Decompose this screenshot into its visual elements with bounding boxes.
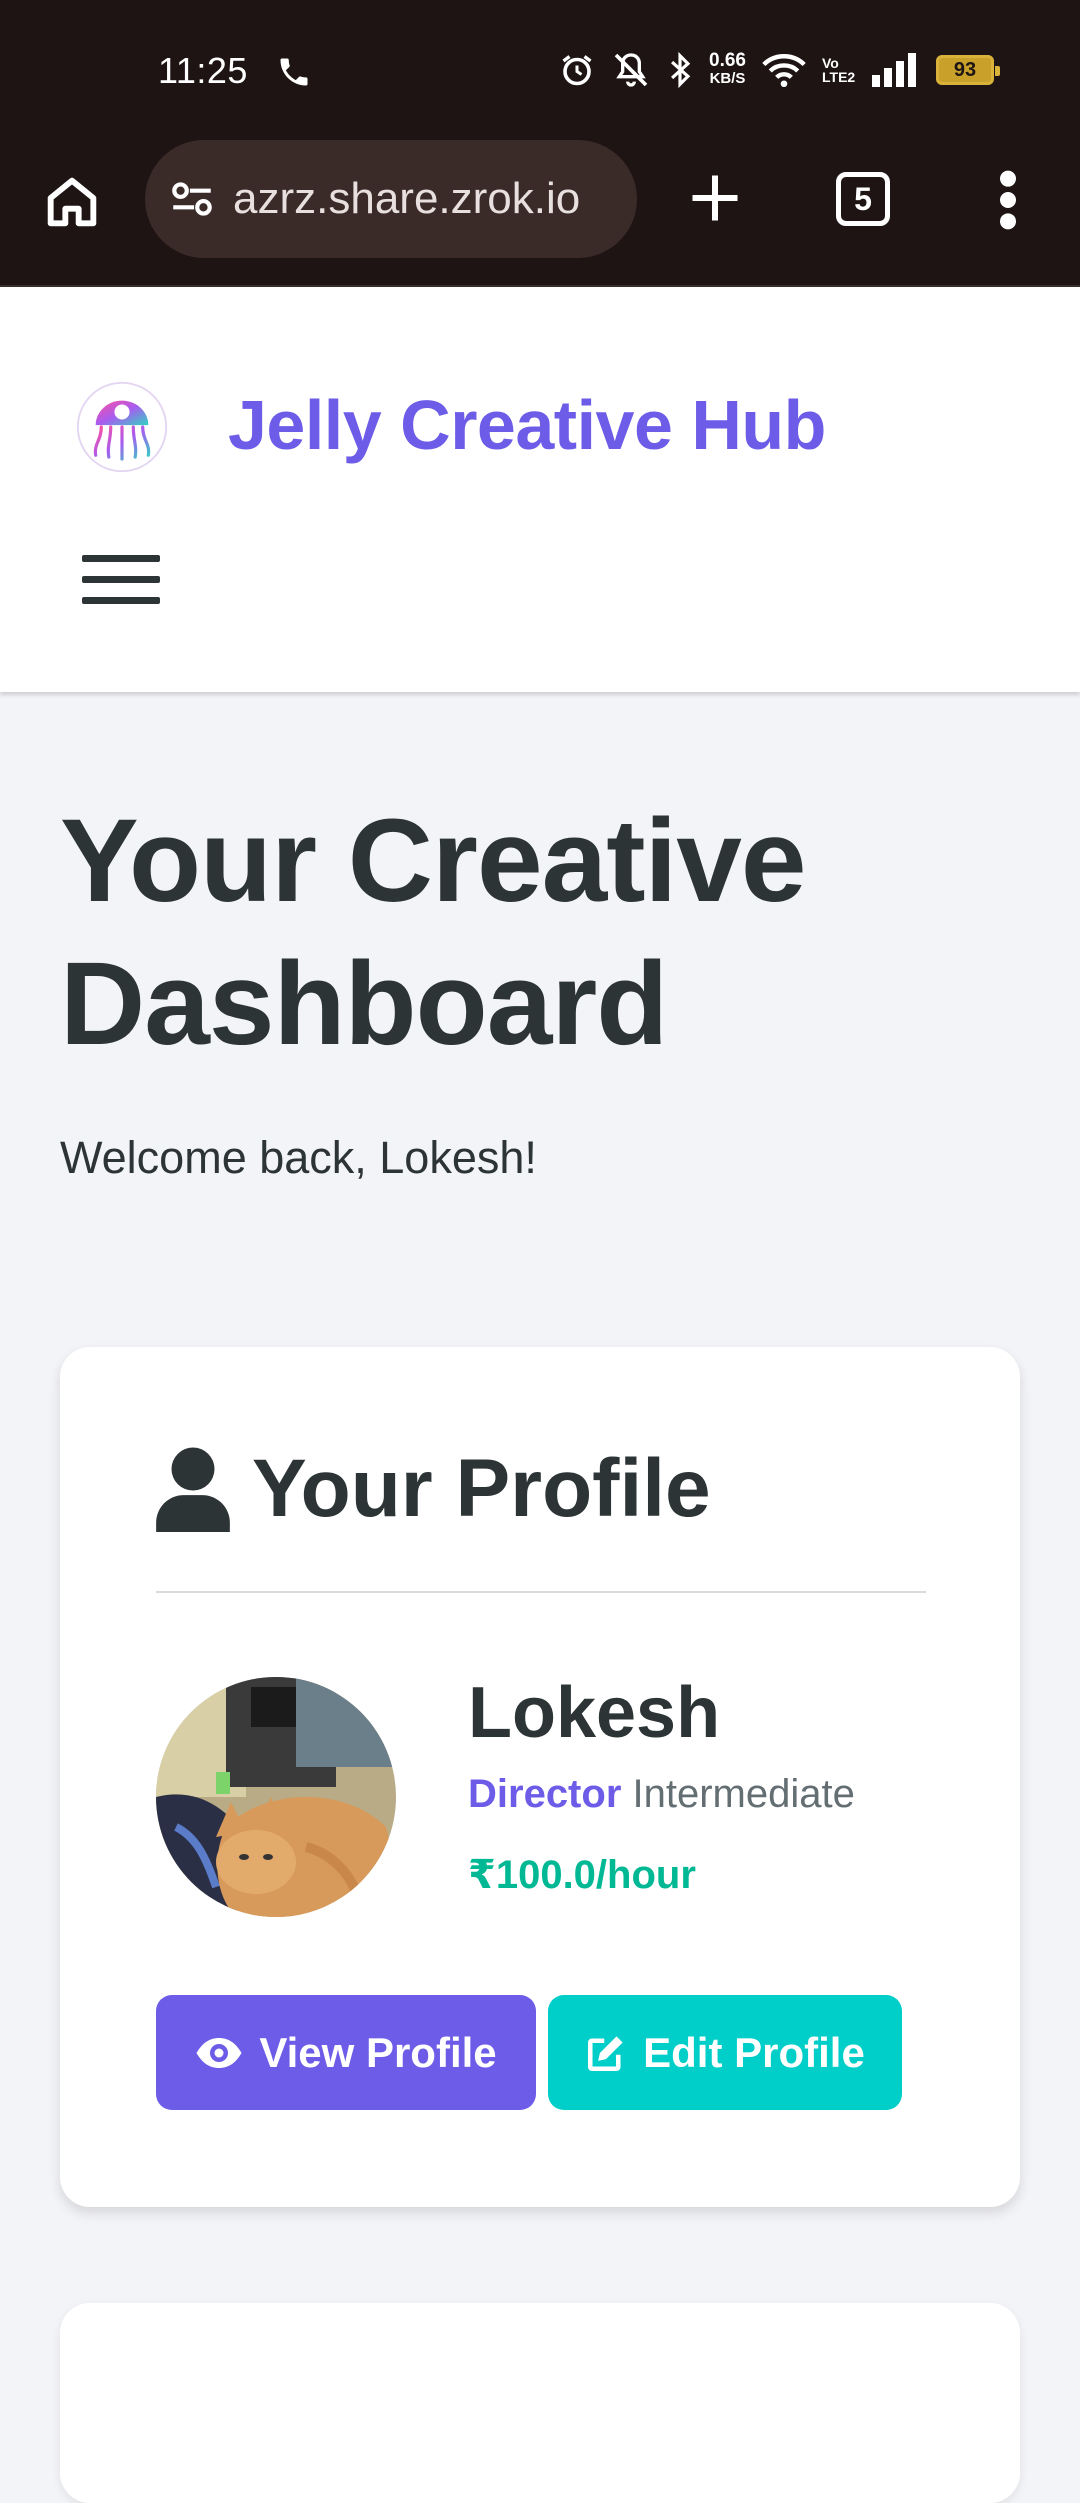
bluetooth-icon — [671, 51, 691, 89]
profile-role-line: Director Intermediate — [468, 1772, 855, 1817]
more-vert-icon[interactable] — [996, 168, 1020, 232]
profile-card: Your Profile Lokesh Director Intermediat… — [60, 1347, 1020, 2207]
site-settings-icon[interactable] — [167, 174, 217, 224]
brand-name[interactable]: Jelly Creative Hub — [228, 385, 826, 465]
profile-role: Director — [468, 1772, 622, 1816]
view-profile-button[interactable]: View Profile — [156, 1995, 536, 2110]
edit-profile-button[interactable]: Edit Profile — [548, 1995, 902, 2110]
edit-icon — [588, 2035, 623, 2071]
eye-icon — [196, 2037, 242, 2068]
site-header: Jelly Creative Hub — [0, 287, 1080, 692]
divider — [156, 1591, 926, 1593]
hourly-rate: ₹100.0/hour — [468, 1853, 696, 1897]
plus-icon[interactable] — [685, 168, 745, 228]
avatar — [156, 1677, 396, 1917]
tab-count: 5 — [854, 180, 872, 217]
wifi-icon — [762, 54, 806, 88]
profile-card-title: Your Profile — [252, 1443, 711, 1534]
status-time: 11:25 — [158, 50, 248, 91]
status-bar: 11:25 0.66 KB/S Vo LTE2 93 — [0, 0, 1080, 140]
network-speed: 0.66 KB/S — [709, 50, 746, 87]
url-text[interactable]: azrz.share.zrok.io — [233, 174, 580, 224]
tab-switcher-button[interactable]: 5 — [836, 172, 890, 226]
user-icon — [156, 1447, 230, 1532]
hamburger-menu-icon[interactable] — [82, 555, 160, 611]
profile-card-heading: Your Profile — [156, 1442, 711, 1536]
page-title: Your Creative Dashboard — [60, 795, 807, 1070]
profile-level: Intermediate — [632, 1772, 855, 1816]
battery-icon: 93 — [936, 55, 1000, 85]
mute-icon — [614, 53, 648, 87]
signal-icon — [872, 53, 916, 87]
profile-name: Lokesh — [468, 1673, 721, 1753]
volte-label: Vo LTE2 — [822, 55, 856, 85]
home-icon[interactable] — [40, 170, 104, 234]
address-bar[interactable]: azrz.share.zrok.io — [145, 140, 637, 258]
jellyfish-logo[interactable] — [75, 380, 169, 474]
welcome-message: Welcome back, Lokesh! — [60, 1132, 537, 1183]
call-icon — [280, 58, 308, 86]
edit-profile-label: Edit Profile — [643, 2028, 865, 2076]
alarm-icon — [562, 55, 592, 86]
browser-toolbar: azrz.share.zrok.io 5 — [0, 140, 1080, 287]
next-card — [60, 2303, 1020, 2503]
view-profile-label: View Profile — [259, 2028, 497, 2076]
